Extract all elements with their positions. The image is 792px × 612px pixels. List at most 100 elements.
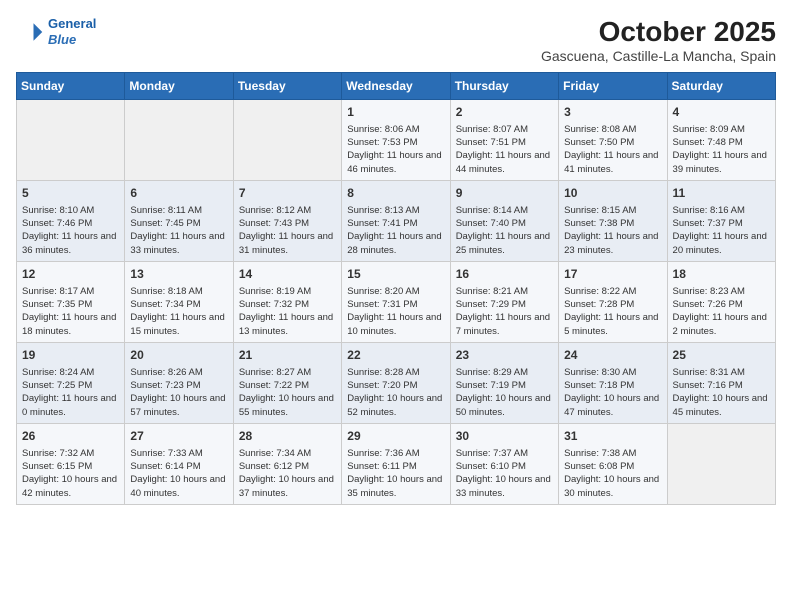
weekday-header-tuesday: Tuesday [233,73,341,100]
calendar-cell: 9 Sunrise: 8:14 AM Sunset: 7:40 PM Daylig… [450,180,558,261]
calendar-cell [667,423,775,504]
day-number: 22 [347,347,444,364]
calendar-cell: 11 Sunrise: 8:16 AM Sunset: 7:37 PM Dayli… [667,180,775,261]
calendar-cell [233,100,341,181]
day-content: Sunrise: 8:08 AM Sunset: 7:50 PM Dayligh… [564,123,661,176]
logo-icon [16,18,44,46]
day-content: Sunrise: 7:32 AM Sunset: 6:15 PM Dayligh… [22,447,119,500]
location: Gascuena, Castille-La Mancha, Spain [541,48,776,64]
day-content: Sunrise: 8:31 AM Sunset: 7:16 PM Dayligh… [673,366,770,419]
calendar-cell: 20Sunrise: 8:26 AM Sunset: 7:23 PM Dayli… [125,342,233,423]
calendar-table: SundayMondayTuesdayWednesdayThursdayFrid… [16,72,776,505]
weekday-header-friday: Friday [559,73,667,100]
day-content: Sunrise: 8:18 AM Sunset: 7:34 PM Dayligh… [130,285,227,338]
day-content: Sunrise: 8:07 AM Sunset: 7:51 PM Dayligh… [456,123,553,176]
day-number: 31 [564,428,661,445]
title-block: October 2025 Gascuena, Castille-La Manch… [541,16,776,64]
day-number: 26 [22,428,119,445]
day-content: Sunrise: 8:24 AM Sunset: 7:25 PM Dayligh… [22,366,119,419]
logo-text: General Blue [48,16,96,47]
day-content: Sunrise: 8:22 AM Sunset: 7:28 PM Dayligh… [564,285,661,338]
day-number: 15 [347,266,444,283]
calendar-cell: 24Sunrise: 8:30 AM Sunset: 7:18 PM Dayli… [559,342,667,423]
day-content: Sunrise: 8:29 AM Sunset: 7:19 PM Dayligh… [456,366,553,419]
calendar-cell: 2 Sunrise: 8:07 AM Sunset: 7:51 PM Daylig… [450,100,558,181]
day-number: 24 [564,347,661,364]
calendar-cell: 13 Sunrise: 8:18 AM Sunset: 7:34 PM Dayli… [125,261,233,342]
calendar-cell: 30 Sunrise: 7:37 AM Sunset: 6:10 PM Dayli… [450,423,558,504]
calendar-cell: 19 Sunrise: 8:24 AM Sunset: 7:25 PM Dayli… [17,342,125,423]
day-number: 17 [564,266,661,283]
day-number: 27 [130,428,227,445]
day-number: 5 [22,185,119,202]
calendar-cell: 8Sunrise: 8:13 AM Sunset: 7:41 PM Daylig… [342,180,450,261]
day-content: Sunrise: 7:37 AM Sunset: 6:10 PM Dayligh… [456,447,553,500]
page-header: General Blue October 2025 Gascuena, Cast… [16,16,776,64]
day-number: 3 [564,104,661,121]
day-number: 13 [130,266,227,283]
day-content: Sunrise: 8:17 AM Sunset: 7:35 PM Dayligh… [22,285,119,338]
calendar-cell: 6Sunrise: 8:11 AM Sunset: 7:45 PM Daylig… [125,180,233,261]
day-content: Sunrise: 7:33 AM Sunset: 6:14 PM Dayligh… [130,447,227,500]
calendar-week-row: 19 Sunrise: 8:24 AM Sunset: 7:25 PM Dayli… [17,342,776,423]
calendar-cell: 1 Sunrise: 8:06 AM Sunset: 7:53 PM Daylig… [342,100,450,181]
calendar-week-row: 26 Sunrise: 7:32 AM Sunset: 6:15 PM Dayli… [17,423,776,504]
calendar-cell: 17 Sunrise: 8:22 AM Sunset: 7:28 PM Dayli… [559,261,667,342]
month-title: October 2025 [541,16,776,48]
calendar-cell: 27 Sunrise: 7:33 AM Sunset: 6:14 PM Dayli… [125,423,233,504]
day-content: Sunrise: 8:10 AM Sunset: 7:46 PM Dayligh… [22,204,119,257]
day-content: Sunrise: 8:09 AM Sunset: 7:48 PM Dayligh… [673,123,770,176]
day-number: 18 [673,266,770,283]
calendar-cell: 14Sunrise: 8:19 AM Sunset: 7:32 PM Dayli… [233,261,341,342]
day-number: 12 [22,266,119,283]
day-number: 29 [347,428,444,445]
calendar-cell [125,100,233,181]
weekday-header-monday: Monday [125,73,233,100]
day-number: 2 [456,104,553,121]
day-number: 21 [239,347,336,364]
day-content: Sunrise: 7:36 AM Sunset: 6:11 PM Dayligh… [347,447,444,500]
day-content: Sunrise: 8:21 AM Sunset: 7:29 PM Dayligh… [456,285,553,338]
day-number: 25 [673,347,770,364]
calendar-cell [17,100,125,181]
day-number: 14 [239,266,336,283]
calendar-week-row: 5 Sunrise: 8:10 AM Sunset: 7:46 PM Daylig… [17,180,776,261]
calendar-cell: 22 Sunrise: 8:28 AM Sunset: 7:20 PM Dayli… [342,342,450,423]
calendar-cell: 21 Sunrise: 8:27 AM Sunset: 7:22 PM Dayli… [233,342,341,423]
weekday-header-thursday: Thursday [450,73,558,100]
day-content: Sunrise: 8:14 AM Sunset: 7:40 PM Dayligh… [456,204,553,257]
weekday-header-sunday: Sunday [17,73,125,100]
calendar-cell: 28 Sunrise: 7:34 AM Sunset: 6:12 PM Dayli… [233,423,341,504]
calendar-cell: 12 Sunrise: 8:17 AM Sunset: 7:35 PM Dayli… [17,261,125,342]
day-content: Sunrise: 8:16 AM Sunset: 7:37 PM Dayligh… [673,204,770,257]
day-content: Sunrise: 8:23 AM Sunset: 7:26 PM Dayligh… [673,285,770,338]
day-number: 19 [22,347,119,364]
day-content: Sunrise: 8:12 AM Sunset: 7:43 PM Dayligh… [239,204,336,257]
day-content: Sunrise: 8:06 AM Sunset: 7:53 PM Dayligh… [347,123,444,176]
calendar-cell: 15 Sunrise: 8:20 AM Sunset: 7:31 PM Dayli… [342,261,450,342]
day-content: Sunrise: 8:28 AM Sunset: 7:20 PM Dayligh… [347,366,444,419]
calendar-cell: 25 Sunrise: 8:31 AM Sunset: 7:16 PM Dayli… [667,342,775,423]
calendar-cell: 10Sunrise: 8:15 AM Sunset: 7:38 PM Dayli… [559,180,667,261]
calendar-cell: 31Sunrise: 7:38 AM Sunset: 6:08 PM Dayli… [559,423,667,504]
day-content: Sunrise: 8:20 AM Sunset: 7:31 PM Dayligh… [347,285,444,338]
logo: General Blue [16,16,96,47]
calendar-cell: 7Sunrise: 8:12 AM Sunset: 7:43 PM Daylig… [233,180,341,261]
calendar-week-row: 1 Sunrise: 8:06 AM Sunset: 7:53 PM Daylig… [17,100,776,181]
day-number: 28 [239,428,336,445]
calendar-cell: 3 Sunrise: 8:08 AM Sunset: 7:50 PM Daylig… [559,100,667,181]
calendar-cell: 4Sunrise: 8:09 AM Sunset: 7:48 PM Daylig… [667,100,775,181]
day-number: 1 [347,104,444,121]
day-number: 30 [456,428,553,445]
day-content: Sunrise: 8:13 AM Sunset: 7:41 PM Dayligh… [347,204,444,257]
day-number: 10 [564,185,661,202]
day-number: 9 [456,185,553,202]
calendar-cell: 5 Sunrise: 8:10 AM Sunset: 7:46 PM Daylig… [17,180,125,261]
day-content: Sunrise: 8:27 AM Sunset: 7:22 PM Dayligh… [239,366,336,419]
day-content: Sunrise: 8:11 AM Sunset: 7:45 PM Dayligh… [130,204,227,257]
day-number: 23 [456,347,553,364]
day-content: Sunrise: 7:34 AM Sunset: 6:12 PM Dayligh… [239,447,336,500]
day-number: 11 [673,185,770,202]
weekday-header-row: SundayMondayTuesdayWednesdayThursdayFrid… [17,73,776,100]
weekday-header-wednesday: Wednesday [342,73,450,100]
